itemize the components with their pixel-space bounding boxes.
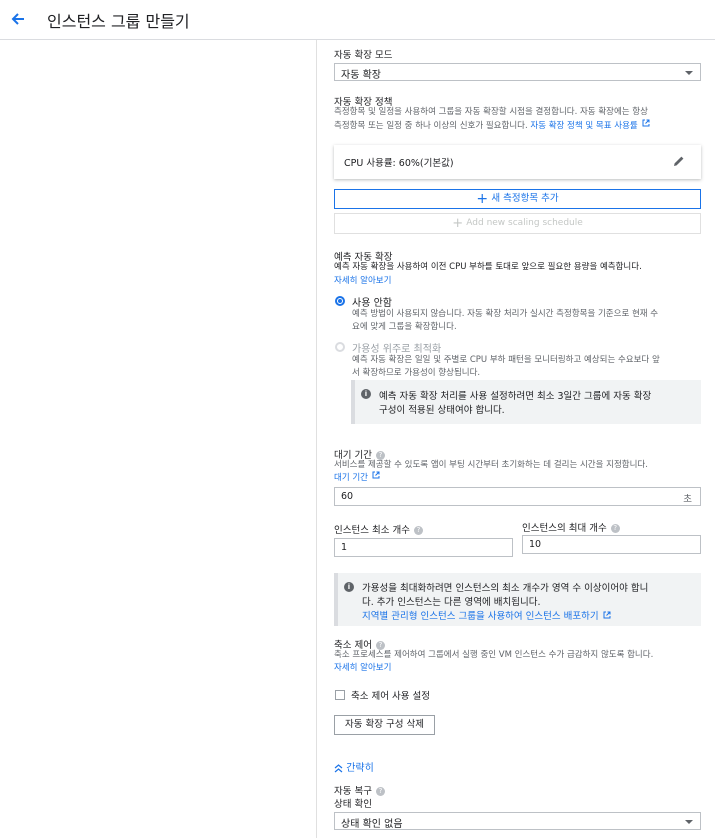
collapse-label: 간략히 (346, 763, 374, 774)
autoscaling-mode-label: 자동 확장 모드 (334, 50, 393, 61)
chevron-down-icon (685, 820, 693, 824)
autoscaling-policy-link[interactable]: 자동 확장 정책 및 목표 사용률 (530, 121, 637, 131)
cooldown-value: 60 (341, 491, 354, 502)
min-instances-label: 인스턴스 최소 개수? (334, 522, 423, 536)
external-link-icon (642, 119, 650, 132)
instances-note-line-1: 가용성을 최대화하려면 인스턴스의 최소 개수가 영역 수 이상이어야 합니 (362, 583, 649, 594)
autoscaling-policy-desc-text: 측정항목 또는 일정 중 하나 이상의 신호가 필요합니다. (334, 121, 528, 131)
predictive-note-line-1: 예측 자동 확장 처리를 사용 설정하려면 최소 3일간 그룹에 자동 확장 (379, 391, 652, 402)
max-instances-label-text: 인스턴스의 최대 개수 (522, 523, 607, 534)
scale-in-checkbox[interactable] (335, 690, 345, 700)
collapse-toggle[interactable]: 간략히 (334, 759, 374, 774)
predictive-note-line-2: 구성이 적용된 상태여야 합니다. (379, 405, 505, 416)
instances-note-link[interactable]: 지역별 관리형 인스턴스 그룹을 사용하여 인스턴스 배포하기 (362, 611, 599, 622)
plus-icon: + (476, 191, 489, 207)
help-icon[interactable]: ? (413, 526, 423, 535)
info-icon: i (344, 582, 354, 592)
external-link-icon (372, 471, 380, 484)
left-panel (0, 40, 317, 838)
predictive-note: i 예측 자동 확장 처리를 사용 설정하려면 최소 3일간 그룹에 자동 확장… (351, 380, 701, 424)
radio-predictive-off[interactable] (335, 296, 345, 306)
add-metric-label: 새 측정항목 추가 (491, 193, 559, 204)
add-schedule-label: Add new scaling schedule (466, 218, 583, 228)
health-check-label: 상태 확인 (334, 799, 372, 810)
delete-autoscaling-button[interactable]: 자동 확장 구성 삭제 (334, 715, 435, 735)
cooldown-link-row: 대기 기간 (334, 471, 380, 485)
max-instances-input[interactable]: 10 (522, 535, 701, 554)
radio-predictive-availability[interactable] (335, 342, 345, 352)
radio-availability-label: 가용성 위주로 최적화 (352, 344, 442, 355)
metric-card[interactable]: CPU 사용률: 60%(기본값) (334, 145, 701, 179)
cooldown-unit: 초 (683, 494, 692, 505)
double-chevron-up-icon (334, 763, 343, 774)
scale-in-desc: 축소 프로세스를 제어하여 그룹에서 실행 중인 VM 인스턴스 수가 급감하지… (334, 650, 654, 660)
radio-availability-desc-2: 서 확장하므로 가용성이 향상됩니다. (352, 368, 481, 378)
add-metric-button[interactable]: + 새 측정항목 추가 (334, 189, 701, 209)
delete-autoscaling-label: 자동 확장 구성 삭제 (345, 719, 424, 730)
plus-icon: + (452, 216, 464, 231)
instances-note-line-2: 다. 추가 인스턴스는 다른 영역에 배치됩니다. (362, 597, 541, 608)
min-instances-label-text: 인스턴스 최소 개수 (334, 525, 410, 536)
radio-predictive-off-desc-2: 요에 맞게 그룹을 확장합니다. (352, 322, 457, 332)
max-instances-value: 10 (529, 539, 542, 550)
top-bar: 인스턴스 그룹 만들기 (0, 0, 715, 40)
add-schedule-button[interactable]: + Add new scaling schedule (334, 213, 701, 234)
max-instances-label: 인스턴스의 최대 개수? (522, 520, 620, 534)
min-instances-value: 1 (341, 542, 348, 553)
back-arrow-icon[interactable] (8, 9, 28, 29)
autoscaling-policy-desc-2: 측정항목 또는 일정 중 하나 이상의 신호가 필요합니다. 자동 확장 정책 … (334, 119, 650, 133)
cooldown-link[interactable]: 대기 기간 (334, 473, 368, 483)
edit-pencil-icon[interactable] (673, 155, 685, 170)
chevron-down-icon (685, 71, 693, 75)
radio-predictive-off-label: 사용 안함 (352, 298, 392, 309)
radio-availability-desc-1: 예측 자동 확장은 일일 및 주별로 CPU 부하 패턴을 모니터링하고 예상되… (352, 355, 660, 365)
help-icon[interactable]: ? (610, 524, 620, 533)
health-check-select[interactable]: 상태 확인 없음 (334, 812, 701, 830)
page-title: 인스턴스 그룹 만들기 (47, 12, 190, 31)
cooldown-input[interactable]: 60 초 (334, 487, 701, 506)
predictive-learn-more-link[interactable]: 자세히 알아보기 (334, 275, 391, 288)
autoscaling-mode-select[interactable]: 자동 확장 (334, 63, 701, 81)
info-icon: i (361, 389, 371, 399)
scale-in-checkbox-label: 축소 제어 사용 설정 (351, 691, 430, 702)
health-check-value: 상태 확인 없음 (341, 819, 403, 830)
external-link-icon (603, 611, 611, 622)
autoscaling-mode-value: 자동 확장 (341, 70, 381, 81)
cooldown-desc: 서비스를 제공할 수 있도록 앱이 부팅 시간부터 초기화하는 데 걸리는 시간… (334, 460, 648, 470)
metric-cpu-label: CPU 사용률: 60%(기본값) (344, 158, 454, 169)
scale-in-learn-more-link[interactable]: 자세히 알아보기 (334, 662, 391, 675)
instances-note-link-row: 지역별 관리형 인스턴스 그룹을 사용하여 인스턴스 배포하기 (362, 608, 611, 622)
autoheal-label: 자동 복구? (334, 783, 385, 797)
help-icon[interactable]: ? (375, 787, 385, 796)
instances-note: i 가용성을 최대화하려면 인스턴스의 최소 개수가 영역 수 이상이어야 합니… (334, 573, 701, 626)
radio-predictive-off-desc-1: 예측 방법이 사용되지 않습니다. 자동 확장 처리가 실시간 측정항목을 기준… (352, 309, 659, 319)
predictive-desc: 예측 자동 확장을 사용하여 이전 CPU 부하를 토대로 앞으로 필요한 용량… (334, 262, 642, 272)
autoscaling-policy-desc-1: 측정항목 및 일정을 사용하여 그룹을 자동 확장할 시점을 결정합니다. 자동… (334, 107, 648, 117)
min-instances-input[interactable]: 1 (334, 538, 513, 557)
